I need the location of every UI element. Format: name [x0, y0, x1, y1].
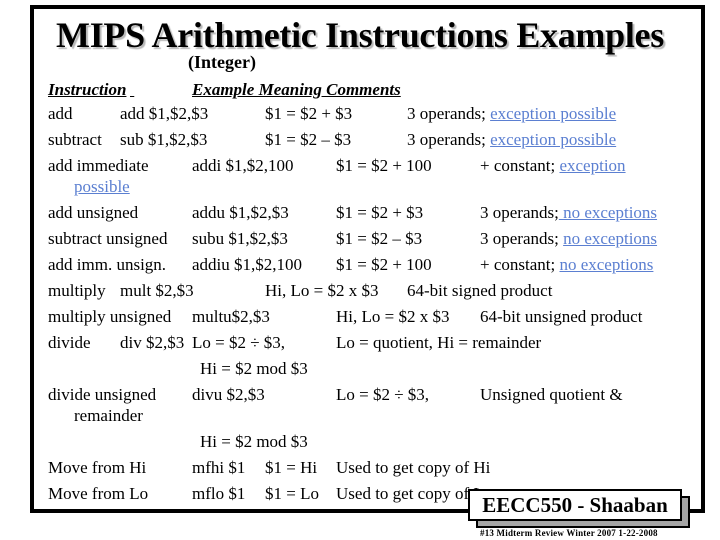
row-comment: Used to get copy of Hi — [336, 458, 491, 477]
row-meaning-line2: Hi = $2 mod $3 — [200, 432, 308, 451]
row-example: divu $2,$3 — [192, 385, 265, 404]
header-columns: Example Meaning Comments — [192, 80, 401, 99]
row-comment: 3 operands; exception possible — [407, 104, 616, 124]
row-instruction: add imm. unsign. — [48, 255, 167, 274]
row-example: addiu $1,$2,100 — [192, 255, 303, 274]
row-comment: Lo = quotient, Hi = remainder — [336, 333, 542, 352]
no-exceptions-link[interactable]: no exceptions — [563, 229, 657, 248]
row-meaning: $1 = $2 + $3 — [265, 104, 353, 123]
possible-link[interactable]: possible — [74, 177, 130, 196]
row-example: div $2,$3 — [120, 333, 185, 352]
row-meaning: $1 = $2 + 100 — [336, 156, 432, 175]
row-meaning-line2: Hi = $2 mod $3 — [200, 359, 308, 378]
row-example: mult $2,$3 — [120, 281, 194, 300]
comment-text: + constant; — [480, 156, 560, 175]
row-meaning: $1 = $2 – $3 — [336, 229, 423, 248]
slide-footer: #13 Midterm Review Winter 2007 1-22-2008 — [480, 528, 658, 538]
row-example: addi $1,$2,100 — [192, 156, 294, 175]
row-meaning: Lo = $2 ÷ $3, — [336, 385, 430, 404]
course-badge: EECC550 - Shaaban — [468, 489, 682, 521]
slide-title: MIPS Arithmetic Instructions Examples — [56, 15, 664, 55]
row-example: addu $1,$2,$3 — [192, 203, 289, 222]
row-example: add $1,$2,$3 — [120, 104, 209, 123]
row-comment: + constant; exception — [480, 156, 626, 176]
row-comment-wrap: possible — [74, 177, 130, 197]
header-spacer — [130, 80, 192, 100]
row-example: multu$2,$3 — [192, 307, 270, 326]
no-exceptions-link[interactable]: no exceptions — [559, 203, 657, 222]
comment-text: 3 operands; — [407, 130, 491, 149]
row-meaning: Lo = $2 ÷ $3, — [192, 333, 286, 352]
row-comment: 3 operands; no exceptions — [480, 203, 657, 223]
row-instruction: add immediate — [48, 156, 149, 175]
row-instruction: divide unsigned — [48, 385, 157, 404]
no-exceptions-link[interactable]: no exceptions — [559, 255, 653, 274]
exception-link[interactable]: exception possible — [490, 130, 616, 149]
row-example: sub $1,$2,$3 — [120, 130, 208, 149]
row-meaning: $1 = $2 + $3 — [336, 203, 424, 222]
row-comment: Unsigned quotient & — [480, 385, 623, 404]
row-instruction: add unsigned — [48, 203, 139, 222]
row-meaning: Hi, Lo = $2 x $3 — [265, 281, 379, 300]
row-instruction: Move from Hi — [48, 458, 147, 477]
row-instruction: Move from Lo — [48, 484, 149, 503]
row-example: mfhi $1 — [192, 458, 246, 477]
row-instruction-wrap: remainder — [74, 406, 143, 425]
header-instruction: Instruction — [48, 80, 127, 99]
row-comment: 64-bit unsigned product — [480, 307, 643, 326]
row-instruction: subtract unsigned — [48, 229, 168, 248]
row-instruction: subtract — [48, 130, 102, 149]
row-example: mflo $1 — [192, 484, 246, 503]
row-meaning: Hi, Lo = $2 x $3 — [336, 307, 450, 326]
row-meaning: $1 = $2 – $3 — [265, 130, 352, 149]
row-comment: + constant; no exceptions — [480, 255, 653, 275]
row-example: subu $1,$2,$3 — [192, 229, 288, 248]
row-comment: 3 operands; no exceptions — [480, 229, 657, 249]
row-comment: 3 operands; exception possible — [407, 130, 616, 150]
exception-link[interactable]: exception possible — [490, 104, 616, 123]
row-instruction: add — [48, 104, 73, 123]
row-instruction: multiply — [48, 281, 106, 300]
exception-link[interactable]: exception — [559, 156, 625, 175]
row-meaning: $1 = Lo — [265, 484, 319, 503]
row-meaning: $1 = $2 + 100 — [336, 255, 432, 274]
comment-text: + constant; — [480, 255, 560, 274]
row-instruction: multiply unsigned — [48, 307, 172, 326]
row-comment: 64-bit signed product — [407, 281, 553, 300]
comment-text: 3 operands; — [480, 229, 564, 248]
row-instruction: divide — [48, 333, 91, 352]
comment-text: 3 operands; — [407, 104, 491, 123]
slide-subtitle: (Integer) — [188, 52, 256, 72]
row-meaning: $1 = Hi — [265, 458, 318, 477]
comment-text: 3 operands; — [480, 203, 559, 222]
